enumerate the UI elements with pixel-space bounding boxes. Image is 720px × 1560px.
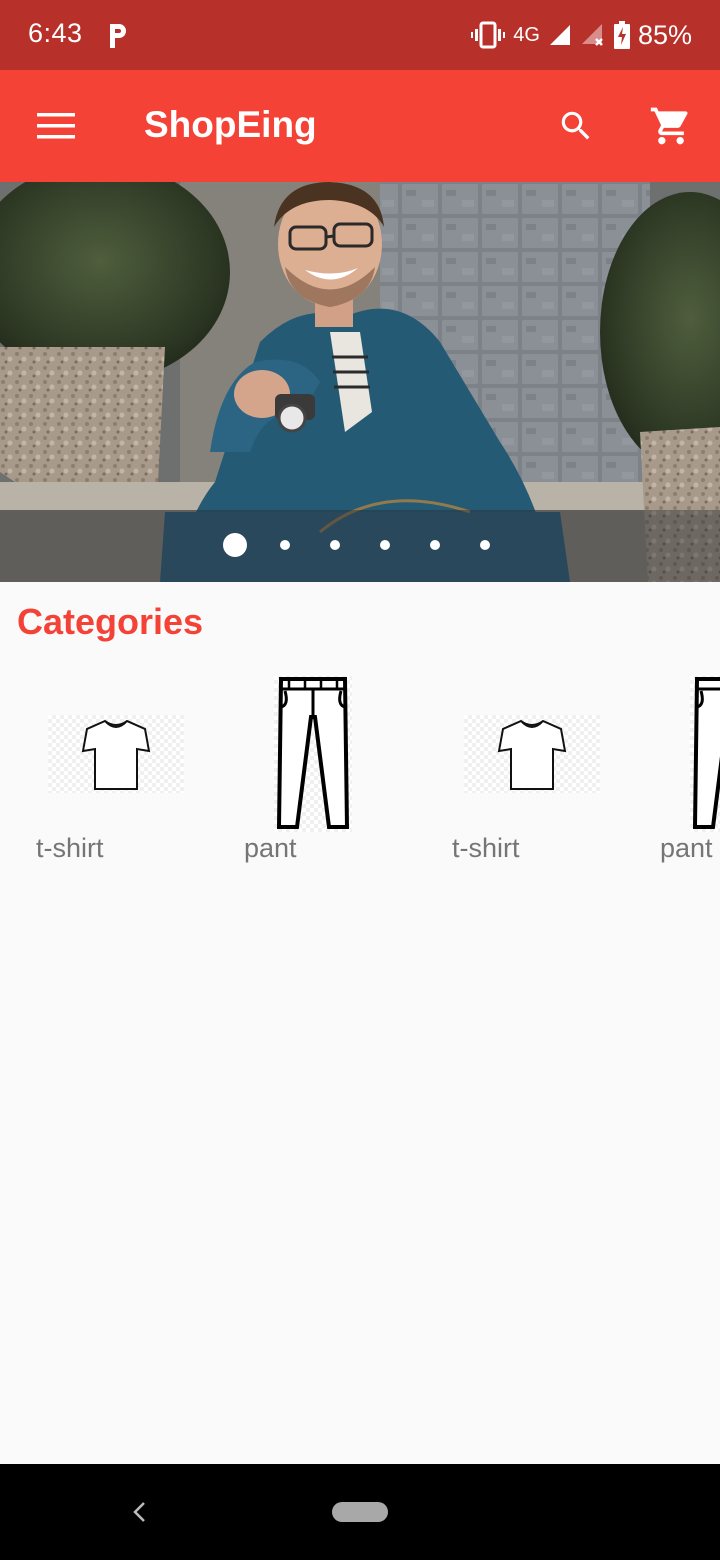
status-icons: 4G 85% <box>471 18 692 52</box>
back-button[interactable] <box>124 1496 154 1528</box>
carousel-dot-1[interactable] <box>223 533 247 557</box>
signal-icon <box>549 25 570 45</box>
category-label: t-shirt <box>452 833 520 863</box>
carousel-dot-4[interactable] <box>380 540 390 550</box>
category-image <box>36 674 196 834</box>
tshirt-icon <box>464 715 600 793</box>
carousel-dot-3[interactable] <box>330 540 340 550</box>
category-label: pant <box>660 833 713 863</box>
carousel-indicators <box>0 532 720 558</box>
pants-icon <box>690 676 720 832</box>
category-item-pant[interactable]: pant <box>244 660 424 870</box>
menu-button[interactable] <box>28 103 84 149</box>
app-title: ShopEing <box>144 104 317 145</box>
vibrate-icon <box>471 21 506 49</box>
tshirt-icon <box>48 715 184 793</box>
category-image <box>452 674 612 834</box>
parking-p-icon <box>110 24 126 48</box>
search-button[interactable] <box>548 98 604 154</box>
cart-button[interactable] <box>643 98 699 154</box>
app-bar: ShopEing <box>0 70 720 182</box>
pants-icon <box>274 676 352 832</box>
carousel-dot-2[interactable] <box>280 540 290 550</box>
signal-off-icon <box>581 24 603 46</box>
network-type: 4G <box>513 23 540 46</box>
category-item-pant[interactable]: pant <box>660 660 720 870</box>
carousel-dot-5[interactable] <box>430 540 440 550</box>
carousel-dot-6[interactable] <box>480 540 490 550</box>
home-pill-icon[interactable] <box>332 1502 388 1522</box>
status-time: 6:43 <box>28 18 83 48</box>
category-item-tshirt[interactable]: t-shirt <box>452 660 632 870</box>
status-bar: 6:43 4G 85% <box>0 0 720 70</box>
category-item-tshirt[interactable]: t-shirt <box>36 660 216 870</box>
shopping-cart-icon <box>650 107 688 145</box>
hero-carousel[interactable] <box>0 182 720 582</box>
category-image <box>690 674 720 834</box>
search-icon <box>561 111 590 140</box>
battery-percent: 85% <box>637 19 692 50</box>
category-image <box>274 674 352 834</box>
category-label: t-shirt <box>36 833 104 863</box>
categories-heading: Categories <box>17 601 204 642</box>
back-icon <box>133 1502 145 1522</box>
system-nav-bar <box>0 1464 720 1560</box>
category-list: t-shirt pant t-shirt pant <box>0 660 720 880</box>
category-label: pant <box>244 833 297 863</box>
menu-icon <box>37 113 75 139</box>
battery-charging-icon <box>613 21 630 49</box>
